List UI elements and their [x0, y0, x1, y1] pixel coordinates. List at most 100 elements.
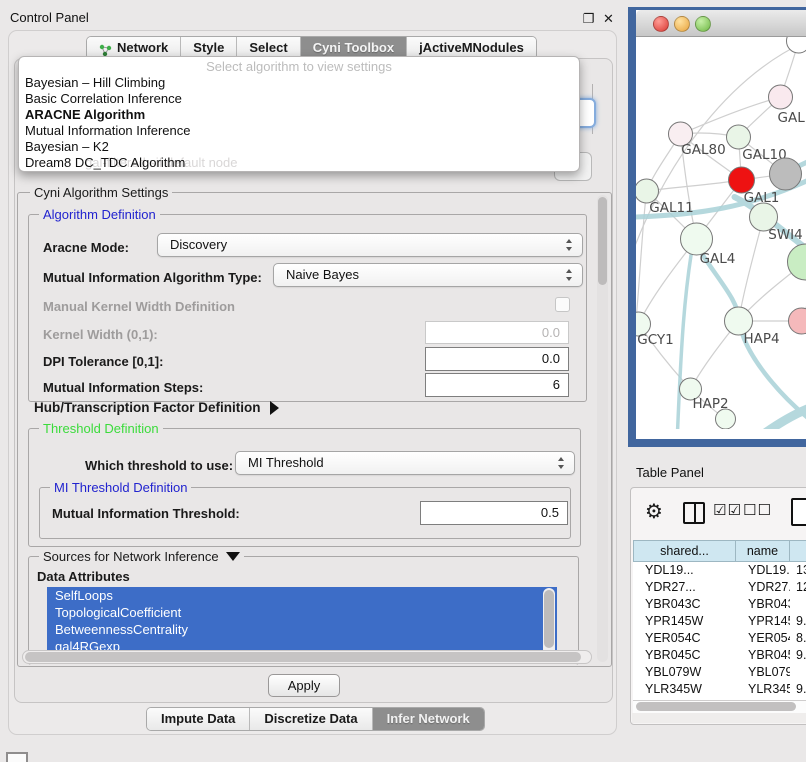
table-row[interactable]: YBL079WYBL079W [633, 664, 806, 681]
combo-spinner-icon [558, 457, 565, 469]
network-canvas[interactable]: GALGAL80GAL10GAL1GAL11SWI4GAL4GCY1HAP4YH… [636, 37, 806, 429]
which-threshold-combo[interactable]: MI Threshold [235, 451, 575, 475]
unselect-all-icon[interactable]: ☐☐ [743, 501, 772, 519]
table-cell: YBR045C [633, 647, 736, 664]
node-label-gal: GAL [778, 110, 806, 126]
float-window-icon[interactable]: ❐ [581, 11, 596, 26]
settings-hscroll-thumb[interactable] [25, 652, 581, 662]
node-label-gcy1: GCY1 [637, 332, 674, 348]
table-horizontal-scrollbar[interactable] [633, 700, 806, 714]
table-row[interactable]: YDL19...YDL19...13 [633, 562, 806, 579]
tab-infer-network[interactable]: Infer Network [373, 708, 484, 730]
table-toolbar: ⚙ ☑☑ ☐☐ [631, 494, 806, 534]
column-header-clipped[interactable] [790, 540, 806, 562]
settings-vscroll-thumb[interactable] [598, 197, 607, 285]
algorithm-option-mutual-information-inference[interactable]: Mutual Information Inference [19, 123, 579, 139]
table-cell: YPR145W [633, 613, 736, 630]
column-header-shared[interactable]: shared... [633, 540, 736, 562]
table-cell: 9. [790, 647, 806, 664]
attribute-item-selfloops[interactable]: SelfLoops [47, 587, 557, 604]
which-threshold-label: Which threshold to use: [85, 458, 233, 473]
column-header-name[interactable]: name [736, 540, 790, 562]
network-icon [99, 42, 112, 55]
network-node[interactable] [770, 158, 802, 190]
mi-steps-label: Mutual Information Steps: [43, 380, 203, 395]
aracne-mode-label: Aracne Mode: [43, 240, 129, 255]
algorithm-option-bayesian-k2[interactable]: Bayesian – K2 [19, 139, 579, 155]
tab-impute-data[interactable]: Impute Data [147, 708, 250, 730]
network-view-window: GALGAL80GAL10GAL1GAL11SWI4GAL4GCY1HAP4YH… [628, 7, 806, 447]
algorithm-definition-group: Algorithm Definition Aracne Mode: Discov… [28, 214, 587, 402]
network-node-gal10[interactable] [727, 125, 751, 149]
network-window-titlebar[interactable] [636, 10, 806, 37]
minimized-panel-icon[interactable] [6, 752, 28, 762]
mi-type-combo[interactable]: Naive Bayes [273, 263, 583, 287]
node-label-gal4: GAL4 [700, 251, 736, 267]
attributes-vscroll-thumb[interactable] [544, 590, 554, 648]
attribute-item-topologicalcoefficient[interactable]: TopologicalCoefficient [47, 604, 557, 621]
tab-discretize-data[interactable]: Discretize Data [250, 708, 372, 730]
dpi-tolerance-field[interactable]: 0.0 [425, 347, 569, 371]
export-table-icon[interactable] [791, 498, 806, 526]
algorithm-option-dream8-dc-tdc-algorithm[interactable]: Dream8 DC_TDC Algorithm [19, 155, 579, 171]
network-node[interactable] [716, 409, 736, 429]
hub-definition-expander[interactable]: Hub/Transcription Factor Definition [34, 400, 279, 415]
minimize-traffic-light-icon[interactable] [674, 16, 690, 32]
table-cell: YPR145W [736, 613, 790, 630]
table-cell: 9. [790, 613, 806, 630]
table-row[interactable]: YDR27...YDR27...12 [633, 579, 806, 596]
hub-definition-label: Hub/Transcription Factor Definition [34, 400, 261, 415]
table-row[interactable]: YBR045CYBR045C9. [633, 647, 806, 664]
network-node[interactable] [787, 37, 806, 53]
table-cell: YLR345W [736, 681, 790, 698]
aracne-mode-value: Discovery [170, 237, 227, 252]
table-row[interactable]: YER054CYER054C8. [633, 630, 806, 647]
zoom-traffic-light-icon[interactable] [695, 16, 711, 32]
table-cell: YER054C [736, 630, 790, 647]
settings-horizontal-scrollbar[interactable] [22, 650, 592, 664]
table-row[interactable]: YLR345WYLR345W9. [633, 681, 806, 698]
algorithm-options: Bayesian – Hill ClimbingBasic Correlatio… [19, 75, 579, 171]
sources-group: Sources for Network Inference Data Attri… [28, 556, 579, 665]
network-nodes: GALGAL80GAL10GAL1GAL11SWI4GAL4GCY1HAP4YH… [636, 37, 806, 429]
mi-steps-field[interactable]: 6 [425, 373, 569, 397]
table-cell: 8. [790, 630, 806, 647]
close-window-icon[interactable]: ✕ [601, 11, 616, 26]
settings-vertical-scrollbar[interactable] [597, 195, 608, 662]
manual-kernel-checkbox[interactable] [555, 297, 570, 312]
mi-threshold-field[interactable]: 0.5 [420, 501, 568, 525]
table-cell: YBR043C [633, 596, 736, 613]
select-all-icon[interactable]: ☑☑ [713, 501, 742, 519]
kernel-width-field[interactable]: 0.0 [425, 321, 569, 344]
table-row[interactable]: YPR145WYPR145W9. [633, 613, 806, 630]
table-panel: ⚙ ☑☑ ☐☐ shared...name YDL19...YDL19...13… [630, 487, 806, 725]
table-panel-footer [632, 713, 806, 723]
mi-threshold-label: Mutual Information Threshold: [52, 506, 240, 521]
app-root: Control Panel ❐ ✕ NetworkStyleSelectCyni… [0, 0, 806, 762]
table-cell [790, 596, 806, 613]
network-thick-edges [636, 154, 806, 429]
table-hscroll-thumb[interactable] [636, 702, 796, 711]
mi-threshold-definition-title: MI Threshold Definition [50, 480, 191, 495]
table-cell: YBR043C [736, 596, 790, 613]
apply-button[interactable]: Apply [268, 674, 340, 697]
table-cell [790, 664, 806, 681]
algorithm-option-basic-correlation-inference[interactable]: Basic Correlation Inference [19, 91, 579, 107]
network-node-y[interactable] [789, 308, 806, 334]
aracne-mode-combo[interactable]: Discovery [157, 233, 583, 257]
combo-spinner-icon [566, 239, 573, 251]
table-row[interactable]: YBR043CYBR043C [633, 596, 806, 613]
table-panel-title: Table Panel [636, 465, 704, 480]
dpi-tolerance-label: DPI Tolerance [0,1]: [43, 354, 163, 369]
network-node-gal[interactable] [769, 85, 793, 109]
sources-group-header[interactable]: Sources for Network Inference [39, 549, 244, 564]
columns-icon[interactable] [683, 502, 705, 524]
mi-threshold-definition-group: MI Threshold Definition Mutual Informati… [39, 487, 571, 539]
gear-icon[interactable]: ⚙ [645, 499, 663, 525]
attribute-item-betweennesscentrality[interactable]: BetweennessCentrality [47, 621, 557, 638]
algorithm-option-aracne-algorithm[interactable]: ARACNE Algorithm [19, 107, 579, 123]
data-attributes-label: Data Attributes [37, 569, 130, 584]
close-traffic-light-icon[interactable] [653, 16, 669, 32]
algorithm-option-bayesian-hill-climbing[interactable]: Bayesian – Hill Climbing [19, 75, 579, 91]
control-panel-title: Control Panel [10, 10, 89, 25]
